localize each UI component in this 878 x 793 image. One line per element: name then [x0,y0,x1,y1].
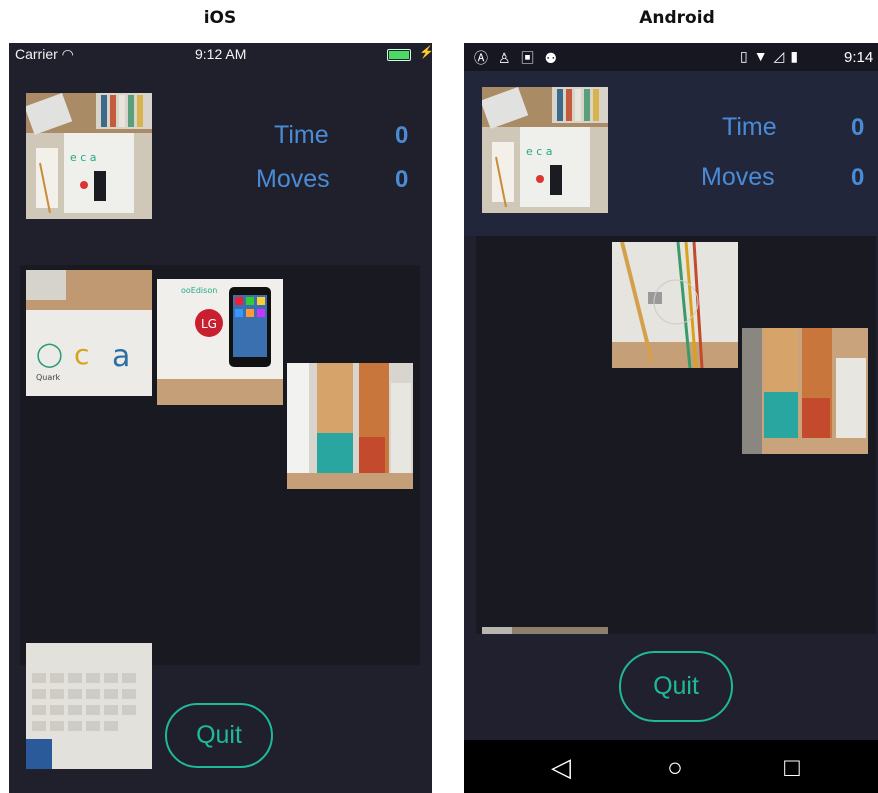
quit-button[interactable]: Quit [619,651,733,722]
time-value: 0 [851,114,865,141]
ios-heading: iOS [203,8,237,28]
puzzle-tile[interactable] [612,242,738,368]
status-time: 9:12 AM [195,46,247,62]
reference-image: e c a [482,87,608,213]
battery-icon [387,49,411,61]
svg-text:e c a: e c a [70,151,97,164]
notification-icons: Ⓐ♙▣⚉ [474,50,568,66]
svg-text:c: c [74,338,89,371]
ios-status-bar: Carrier ◠ 9:12 AM ⚡ [9,43,432,65]
home-icon[interactable]: ○ [660,752,690,782]
ios-screen: Carrier ◠ 9:12 AM ⚡ e c a Time 0 Moves 0 [9,43,432,793]
charging-icon: ⚡ [419,45,432,59]
back-icon[interactable]: ◁ [546,752,576,782]
status-time: 9:14 [844,49,874,66]
wifi-icon: ◠ [61,46,74,62]
recents-icon[interactable]: □ [777,752,807,782]
moves-value: 0 [851,164,865,191]
android-screen: Ⓐ♙▣⚉ ▯▼◿▮ 9:14 e c a Time 0 Moves 0 Quit… [464,43,878,793]
system-icons: ▯▼◿▮ [740,48,805,64]
puzzle-tile[interactable]: LG ooEdison [157,279,283,405]
svg-text:a: a [112,339,130,374]
svg-text:◯: ◯ [36,340,63,368]
reference-image: e c a [26,93,152,219]
moves-label: Moves [701,163,775,191]
quit-button[interactable]: Quit [165,703,273,768]
time-label: Time [722,113,777,141]
moves-value: 0 [395,166,409,193]
carrier-label: Carrier ◠ [15,46,74,62]
svg-text:Quark: Quark [36,373,61,382]
puzzle-tile[interactable] [482,624,608,634]
svg-text:LG: LG [201,317,217,331]
time-label: Time [274,121,329,149]
time-value: 0 [395,122,409,149]
puzzle-tile[interactable] [287,363,413,489]
puzzle-tile[interactable] [742,328,868,454]
android-navigation-bar: ◁ ○ □ [464,740,878,793]
android-status-bar: Ⓐ♙▣⚉ ▯▼◿▮ 9:14 [464,43,878,71]
android-heading: Android [639,8,715,28]
svg-text:e c a: e c a [526,145,553,158]
puzzle-tile[interactable]: ◯ c a Quark [26,270,152,396]
puzzle-tile[interactable] [26,643,152,769]
moves-label: Moves [256,165,330,193]
svg-text:ooEdison: ooEdison [181,286,217,295]
